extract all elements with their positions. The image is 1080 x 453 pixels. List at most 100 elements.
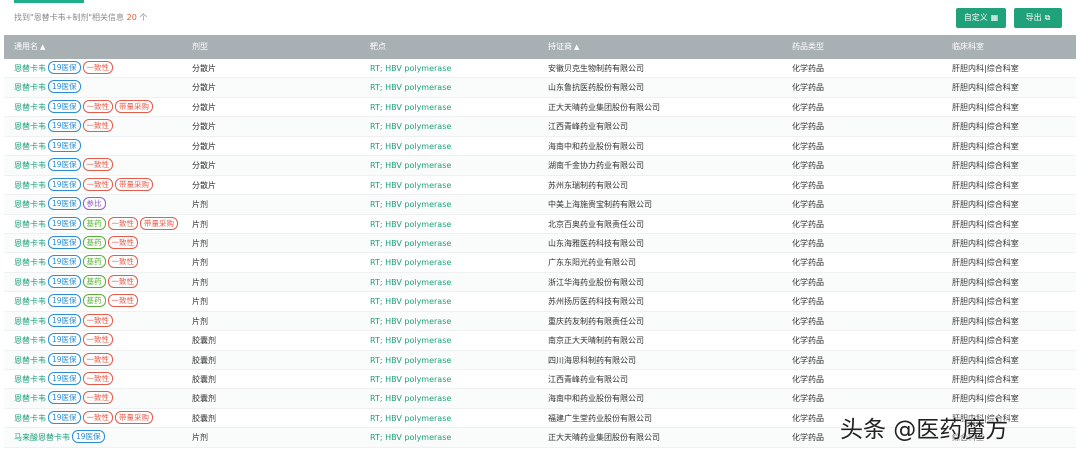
drug-name-link[interactable]: 恩替卡韦	[14, 297, 46, 306]
grid-icon: ▦	[990, 13, 999, 22]
consistency-badge: 一致性	[82, 410, 114, 424]
volume-procurement-badge: 带量采购	[140, 216, 179, 230]
drug-name-link[interactable]: 恩替卡韦	[14, 64, 46, 73]
target-link[interactable]: RT; HBV polymerase	[370, 59, 451, 78]
table-body: 恩替卡韦 19医保 一致性 分散片 RT; HBV polymerase 安徽贝克生物制药…	[4, 59, 1076, 448]
sort-icon[interactable]: ▲	[574, 43, 579, 51]
export-button[interactable]: 导出 ⧉	[1014, 8, 1062, 28]
consistency-badge: 一致性	[107, 235, 139, 249]
drug-type-cell: 化学药品	[792, 413, 824, 423]
dosage-form-cell: 片剂	[192, 219, 208, 229]
target-link[interactable]: RT; HBV polymerase	[370, 428, 451, 447]
drug-name-link[interactable]: 恩替卡韦	[14, 278, 46, 287]
license-holder-cell: 北京百奥药业有限责任公司	[548, 219, 644, 229]
clinical-department-cell: 肝胆内科|综合科室	[952, 277, 1019, 287]
target-link[interactable]: RT; HBV polymerase	[370, 273, 451, 292]
drug-name-link[interactable]: 恩替卡韦	[14, 103, 46, 112]
target-link[interactable]: RT; HBV polymerase	[370, 331, 451, 350]
target-link[interactable]: RT; HBV polymerase	[370, 137, 451, 156]
results-table: 通用名 ▲ 剂型 靶点 持证商 ▲ 药品类型 临床科室 恩替卡韦 19医保 一致性 分散片…	[4, 35, 1076, 448]
drug-name-link[interactable]: 恩替卡韦	[14, 375, 46, 384]
drug-name-link[interactable]: 恩替卡韦	[14, 142, 46, 151]
generic-name-cell: 恩替卡韦 19医保 一致性	[14, 351, 114, 370]
generic-name-cell: 恩替卡韦 19医保 一致性	[14, 331, 114, 350]
generic-name-cell: 恩替卡韦 19医保 一致性 带量采购	[14, 409, 154, 428]
generic-name-cell: 恩替卡韦 19医保 基药 一致性	[14, 273, 139, 292]
target-link[interactable]: RT; HBV polymerase	[370, 351, 451, 370]
insurance-badge: 19医保	[48, 177, 81, 191]
clinical-department-cell: 肝胆内科|综合科室	[952, 83, 1019, 93]
reference-drug-badge: 参比	[82, 197, 106, 211]
dosage-form-cell: 片剂	[192, 238, 208, 248]
drug-name-link[interactable]: 恩替卡韦	[14, 356, 46, 365]
drug-name-link[interactable]: 恩替卡韦	[14, 239, 46, 248]
drug-name-link[interactable]: 恩替卡韦	[14, 414, 46, 423]
drug-name-link[interactable]: 恩替卡韦	[14, 220, 46, 229]
license-holder-cell: 海南中和药业股份有限公司	[548, 394, 644, 404]
table-row: 恩替卡韦 19医保 一致性 胶囊剂 RT; HBV polymerase 江西青峰药业有限…	[4, 370, 1076, 390]
drug-type-cell: 化学药品	[792, 355, 824, 365]
insurance-badge: 19医保	[48, 216, 81, 230]
insurance-badge: 19医保	[48, 391, 81, 405]
dosage-form-cell: 分散片	[192, 122, 216, 132]
table-row: 恩替卡韦 19医保 分散片 RT; HBV polymerase 海南中和药业股份有限公…	[4, 137, 1076, 157]
license-holder-cell: 中美上海施贵宝制药有限公司	[548, 200, 652, 210]
external-link-icon: ⧉	[1044, 13, 1051, 22]
target-link[interactable]: RT; HBV polymerase	[370, 156, 451, 175]
target-link[interactable]: RT; HBV polymerase	[370, 253, 451, 272]
drug-name-link[interactable]: 恩替卡韦	[14, 83, 46, 92]
customize-button[interactable]: 自定义 ▦	[956, 8, 1006, 28]
dosage-form-cell: 分散片	[192, 161, 216, 171]
drug-type-cell: 化学药品	[792, 258, 824, 268]
license-holder-cell: 江西青峰药业有限公司	[548, 122, 628, 132]
drug-type-cell: 化学药品	[792, 83, 824, 93]
target-link[interactable]: RT; HBV polymerase	[370, 234, 451, 253]
clinical-department-cell: 肝胆内科|综合科室	[952, 238, 1019, 248]
target-link[interactable]: RT; HBV polymerase	[370, 389, 451, 408]
drug-name-link[interactable]: 恩替卡韦	[14, 181, 46, 190]
consistency-badge: 一致性	[82, 372, 114, 385]
target-link[interactable]: RT; HBV polymerase	[370, 98, 451, 117]
table-row: 恩替卡韦 19医保 一致性 分散片 RT; HBV polymerase 江西青峰药业有限…	[4, 117, 1076, 137]
dosage-form-cell: 片剂	[192, 433, 208, 443]
dosage-form-cell: 片剂	[192, 258, 208, 268]
target-link[interactable]: RT; HBV polymerase	[370, 176, 451, 195]
drug-name-link[interactable]: 恩替卡韦	[14, 336, 46, 345]
insurance-badge: 19医保	[48, 197, 81, 211]
target-link[interactable]: RT; HBV polymerase	[370, 195, 451, 214]
generic-name-cell: 恩替卡韦 19医保	[14, 78, 81, 97]
column-header-target: 靶点	[370, 42, 386, 51]
target-link[interactable]: RT; HBV polymerase	[370, 409, 451, 428]
consistency-badge: 一致性	[107, 216, 139, 230]
drug-name-link[interactable]: 恩替卡韦	[14, 258, 46, 267]
drug-type-cell: 化学药品	[792, 336, 824, 346]
drug-name-link[interactable]: 恩替卡韦	[14, 394, 46, 403]
dosage-form-cell: 胶囊剂	[192, 413, 216, 423]
drug-name-link[interactable]: 恩替卡韦	[14, 200, 46, 209]
dosage-form-cell: 胶囊剂	[192, 394, 216, 404]
generic-name-cell: 恩替卡韦 19医保 一致性 带量采购	[14, 98, 154, 117]
essential-drug-badge: 基药	[82, 274, 106, 288]
target-link[interactable]: RT; HBV polymerase	[370, 215, 451, 234]
sort-icon[interactable]: ▲	[40, 43, 45, 51]
drug-name-link[interactable]: 恩替卡韦	[14, 122, 46, 131]
table-row: 恩替卡韦 19医保 基药 一致性 片剂 RT; HBV polymerase 浙江华海药业股…	[4, 272, 1076, 293]
license-holder-cell: 浙江华海药业股份有限公司	[548, 277, 644, 287]
target-link[interactable]: RT; HBV polymerase	[370, 117, 451, 136]
target-link[interactable]: RT; HBV polymerase	[370, 370, 451, 389]
drug-name-link[interactable]: 恩替卡韦	[14, 317, 46, 326]
toolbar: 找到"恩替卡韦+制剂"相关信息 20 个 自定义 ▦ 导出 ⧉	[0, 0, 1080, 35]
drug-name-link[interactable]: 马来酸恩替卡韦	[14, 433, 70, 442]
generic-name-cell: 恩替卡韦 19医保 一致性	[14, 312, 114, 331]
clinical-department-cell: 肝胆内科|综合科室	[952, 316, 1019, 326]
table-row: 恩替卡韦 19医保 基药 一致性 带量采购 片剂 RT; HBV polymerase 北京百…	[4, 215, 1076, 234]
column-header-generic-name[interactable]: 通用名 ▲	[14, 35, 45, 59]
dosage-form-cell: 分散片	[192, 102, 216, 112]
drug-name-link[interactable]: 恩替卡韦	[14, 161, 46, 170]
column-header-license-holder[interactable]: 持证商 ▲	[548, 35, 579, 59]
table-row: 恩替卡韦 19医保 一致性 胶囊剂 RT; HBV polymerase 四川海思科制药有…	[4, 350, 1076, 370]
target-link[interactable]: RT; HBV polymerase	[370, 312, 451, 331]
target-link[interactable]: RT; HBV polymerase	[370, 78, 451, 97]
target-link[interactable]: RT; HBV polymerase	[370, 292, 451, 311]
consistency-badge: 一致性	[82, 313, 114, 327]
